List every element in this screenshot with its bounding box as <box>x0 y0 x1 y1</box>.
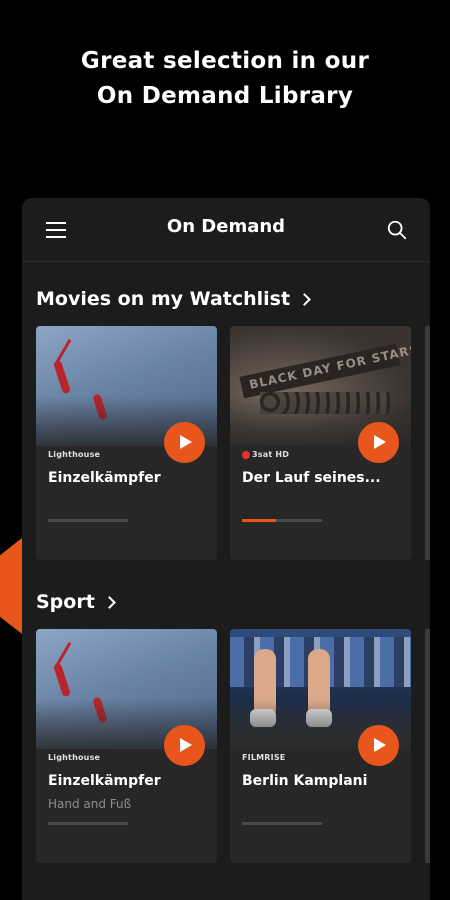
watch-progress-bar <box>48 519 128 522</box>
watch-progress-bar <box>48 822 128 825</box>
page-title: On Demand <box>166 216 286 237</box>
section-title: Sport <box>36 591 95 613</box>
card-subtitle: Hand and Fuß <box>48 797 132 811</box>
content-card[interactable]: Lighthouse Einzelkämpfer <box>36 326 217 560</box>
channel-logo: FILMRISE <box>242 753 286 762</box>
card-title: Einzelkämpfer <box>48 470 161 486</box>
section-header-watchlist[interactable]: Movies on my Watchlist <box>36 288 311 310</box>
promo-headline-line1: Great selection in our <box>80 48 370 74</box>
play-button[interactable] <box>164 725 205 766</box>
section-title: Movies on my Watchlist <box>36 288 291 310</box>
channel-logo: Lighthouse <box>48 450 101 459</box>
play-button[interactable] <box>164 422 205 463</box>
promo-headline-line2: On Demand Library <box>96 83 354 109</box>
channel-logo-text: 3sat HD <box>252 450 290 459</box>
card-title: Der Lauf seines... <box>242 470 381 486</box>
content-card[interactable]: BLACK DAY FOR STARS 3sat HD Der Lauf sei… <box>230 326 411 560</box>
channel-logo: 3sat HD <box>242 450 289 459</box>
next-card-peek[interactable] <box>425 629 430 863</box>
content-card[interactable]: Lighthouse Einzelkämpfer Hand and Fuß <box>36 629 217 863</box>
chevron-right-icon <box>102 596 116 609</box>
section-header-sport[interactable]: Sport <box>36 591 116 613</box>
app-screen: On Demand Movies on my Watchlist Lightho… <box>22 198 430 900</box>
app-bar: On Demand <box>22 198 430 262</box>
channel-logo: Lighthouse <box>48 753 101 762</box>
search-icon[interactable] <box>386 219 408 241</box>
card-title: Berlin Kamplani <box>242 773 368 789</box>
card-title: Einzelkämpfer <box>48 773 161 789</box>
play-button[interactable] <box>358 725 399 766</box>
decorative-accent-shape <box>0 538 22 634</box>
watch-progress-bar <box>242 519 322 522</box>
promo-headline: Great selection in our On Demand Library <box>0 44 450 114</box>
watch-progress-bar <box>242 822 322 825</box>
next-card-peek[interactable] <box>425 326 430 560</box>
content-card[interactable]: FILMRISE Berlin Kamplani <box>230 629 411 863</box>
play-button[interactable] <box>358 422 399 463</box>
chevron-right-icon <box>298 293 311 306</box>
